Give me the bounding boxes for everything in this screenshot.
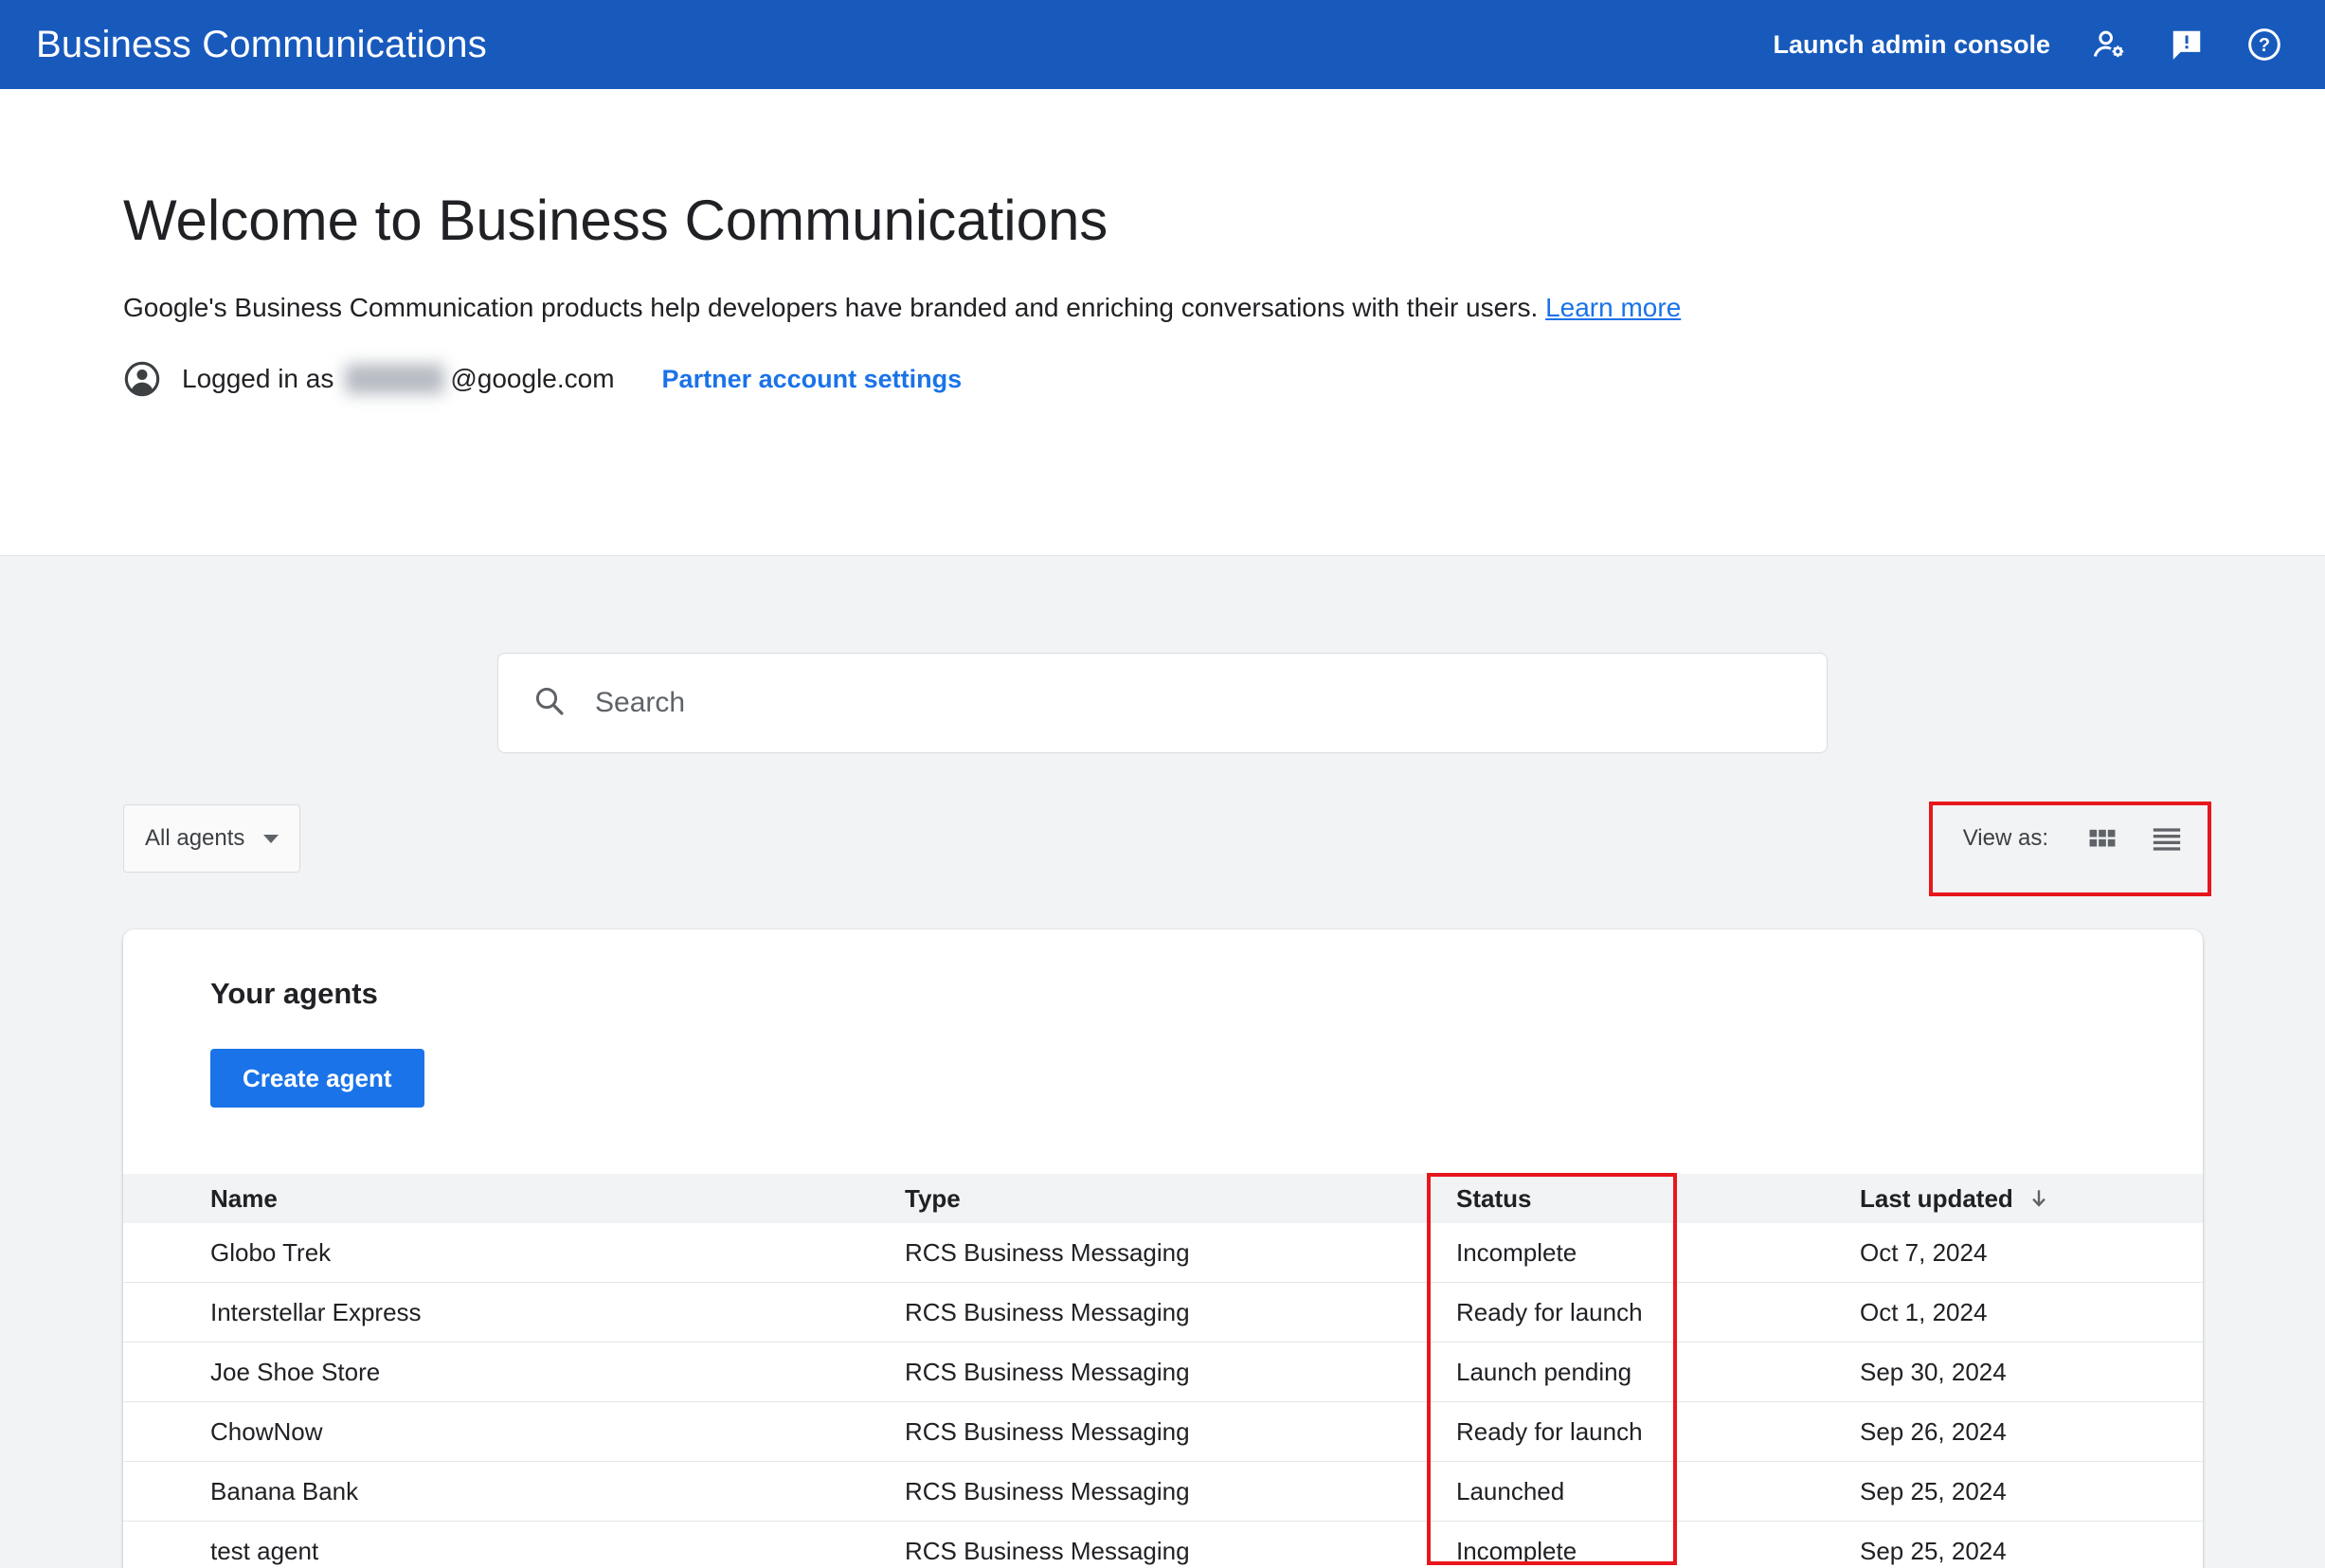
welcome-section: Welcome to Business Communications Googl… xyxy=(0,89,2325,555)
agents-table: Name Type Status Last updated Globo Trek… xyxy=(123,1174,2203,1568)
column-header-last-updated[interactable]: Last updated xyxy=(1860,1184,2203,1214)
agent-updated: Sep 25, 2024 xyxy=(1860,1476,2007,1505)
app-bar-actions: Launch admin console ? xyxy=(1773,26,2283,63)
agent-updated: Sep 30, 2024 xyxy=(1860,1357,2007,1386)
manage-accounts-icon[interactable] xyxy=(2090,26,2128,63)
partner-account-settings-link[interactable]: Partner account settings xyxy=(662,365,963,394)
account-circle-icon xyxy=(123,360,161,398)
search-icon xyxy=(532,684,567,723)
logged-in-domain: @google.com xyxy=(450,364,615,393)
agent-name: Joe Shoe Store xyxy=(210,1357,381,1386)
agent-name: Banana Bank xyxy=(210,1476,359,1505)
agent-status: Incomplete xyxy=(1456,1536,1577,1565)
card-title: Your agents xyxy=(210,977,378,1010)
agent-name: test agent xyxy=(210,1536,319,1565)
agent-status: Ready for launch xyxy=(1456,1416,1643,1446)
agent-name: Globo Trek xyxy=(210,1237,332,1267)
help-icon[interactable]: ? xyxy=(2245,26,2283,63)
redacted-username xyxy=(345,364,445,394)
learn-more-link[interactable]: Learn more xyxy=(1545,293,1681,322)
page: Business Communications Launch admin con… xyxy=(0,0,2325,1568)
app-bar: Business Communications Launch admin con… xyxy=(0,0,2325,89)
all-agents-dropdown[interactable]: All agents xyxy=(123,804,301,873)
view-as-label: View as: xyxy=(1962,825,2048,851)
welcome-description: Google's Business Communication products… xyxy=(123,292,2325,324)
agent-type: RCS Business Messaging xyxy=(905,1416,1190,1446)
agent-status: Incomplete xyxy=(1456,1237,1577,1267)
your-agents-card: Your agents Create agent Name Type Statu… xyxy=(123,929,2203,1568)
create-agent-button[interactable]: Create agent xyxy=(210,1049,424,1108)
logged-in-prefix: Logged in as xyxy=(182,364,334,393)
column-header-type[interactable]: Type xyxy=(905,1184,1456,1214)
search-bar xyxy=(497,653,1828,753)
table-row[interactable]: ChowNow RCS Business Messaging Ready for… xyxy=(123,1402,2203,1462)
table-row[interactable]: Globo Trek RCS Business Messaging Incomp… xyxy=(123,1223,2203,1283)
agent-type: RCS Business Messaging xyxy=(905,1237,1190,1267)
table-row[interactable]: Joe Shoe Store RCS Business Messaging La… xyxy=(123,1343,2203,1402)
agent-type: RCS Business Messaging xyxy=(905,1476,1190,1505)
agent-name: Interstellar Express xyxy=(210,1297,422,1326)
table-row[interactable]: Interstellar Express RCS Business Messag… xyxy=(123,1283,2203,1343)
welcome-description-text: Google's Business Communication products… xyxy=(123,293,1539,322)
sort-descending-icon xyxy=(2027,1186,2051,1211)
agent-type: RCS Business Messaging xyxy=(905,1357,1190,1386)
search-input[interactable] xyxy=(593,686,1793,720)
app-title: Business Communications xyxy=(36,23,487,65)
agent-updated: Oct 1, 2024 xyxy=(1860,1297,1988,1326)
column-header-name[interactable]: Name xyxy=(123,1184,905,1214)
list-view-icon[interactable] xyxy=(2151,822,2183,855)
page-title: Welcome to Business Communications xyxy=(123,189,1108,252)
logged-in-row: Logged in as @google.com Partner account… xyxy=(123,360,2325,398)
agent-name: ChowNow xyxy=(210,1416,323,1446)
svg-text:?: ? xyxy=(2259,35,2270,56)
grid-view-icon[interactable] xyxy=(2086,822,2118,855)
agent-type: RCS Business Messaging xyxy=(905,1536,1190,1565)
launch-admin-console-link[interactable]: Launch admin console xyxy=(1773,30,2050,60)
chevron-down-icon xyxy=(263,834,279,843)
column-header-status[interactable]: Status xyxy=(1456,1184,1860,1214)
table-row[interactable]: Banana Bank RCS Business Messaging Launc… xyxy=(123,1462,2203,1522)
table-row[interactable]: test agent RCS Business Messaging Incomp… xyxy=(123,1522,2203,1568)
filter-row: All agents View as: xyxy=(0,804,2325,873)
agent-status: Launch pending xyxy=(1456,1357,1632,1386)
table-header-row: Name Type Status Last updated xyxy=(123,1174,2203,1223)
agent-status: Launched xyxy=(1456,1476,1565,1505)
agent-type: RCS Business Messaging xyxy=(905,1297,1190,1326)
feedback-icon[interactable] xyxy=(2168,26,2206,63)
agent-status: Ready for launch xyxy=(1456,1297,1643,1326)
agent-updated: Oct 7, 2024 xyxy=(1860,1237,1988,1267)
view-as-toggle: View as: xyxy=(1963,804,2183,873)
workspace: All agents View as: xyxy=(0,555,2325,1568)
agent-updated: Sep 26, 2024 xyxy=(1860,1416,2007,1446)
all-agents-label: All agents xyxy=(145,825,245,851)
agent-updated: Sep 25, 2024 xyxy=(1860,1536,2007,1565)
